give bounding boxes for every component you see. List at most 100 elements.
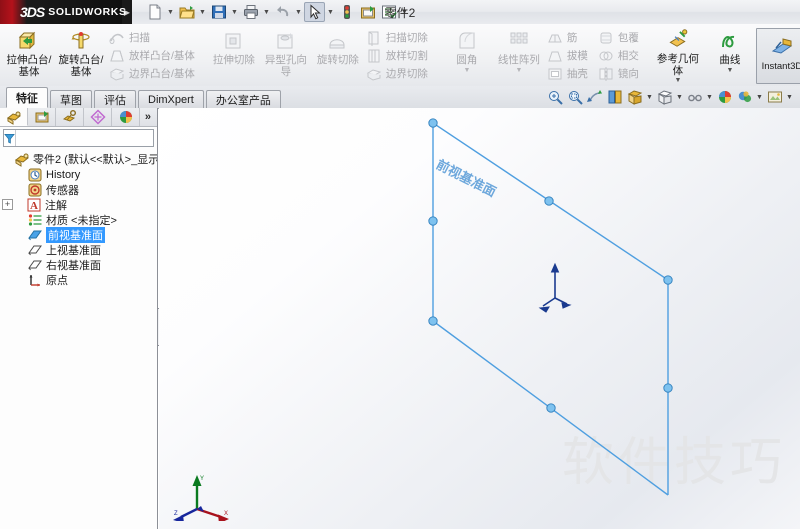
linear-pattern-button[interactable]: 线性阵列 ▼ <box>493 26 545 84</box>
select-tool-button[interactable] <box>304 2 325 22</box>
intersect-button[interactable]: 相交 <box>596 47 643 64</box>
view-orientation-icon <box>627 90 642 105</box>
display-manager-tab[interactable] <box>112 108 140 126</box>
ribbon-group-features: 圆角 ▼ 线性阵列 ▼ 筋 拔模 抽壳 包覆 相交 镜向 <box>438 24 645 88</box>
tree-item-top-plane-label: 上视基准面 <box>46 244 101 257</box>
tab-evaluate[interactable]: 评估 <box>94 90 136 108</box>
extrude-boss-button[interactable]: 拉伸凸台/基体 <box>3 26 55 84</box>
feature-manager-tab[interactable] <box>0 108 28 126</box>
rib-button[interactable]: 筋 <box>545 29 592 46</box>
tree-item-sensors[interactable]: 传感器 <box>2 182 157 197</box>
sweep-button[interactable]: 扫描 <box>107 29 199 46</box>
tree-item-front-plane[interactable]: 前视基准面 <box>2 226 157 243</box>
tree-item-front-plane-label: 前视基准面 <box>46 226 105 243</box>
sweep-label: 扫描 <box>129 32 150 44</box>
tree-item-annotations[interactable]: + A 注解 <box>2 197 157 212</box>
display-manager-icon <box>119 111 132 123</box>
filter-funnel-icon <box>4 130 16 146</box>
undo-caret-icon[interactable]: ▼ <box>293 2 304 22</box>
reference-geometry-dropdown-icon[interactable]: ▼ <box>674 77 681 84</box>
feature-tree-filter-input[interactable] <box>16 131 164 145</box>
apply-scene-button[interactable] <box>735 88 754 106</box>
tab-features[interactable]: 特征 <box>6 87 48 108</box>
view-orientation-button[interactable] <box>625 88 644 106</box>
select-tool-caret-icon[interactable]: ▼ <box>325 2 336 22</box>
new-document-caret-icon[interactable]: ▼ <box>165 2 176 22</box>
loft-cut-button[interactable]: 放样切割 <box>364 47 432 64</box>
dimxpert-icon <box>89 109 106 125</box>
property-manager-tab[interactable] <box>28 108 56 126</box>
annotation-icon: A <box>27 198 41 212</box>
view-settings-caret-icon[interactable]: ▼ <box>785 88 794 106</box>
hide-show-items-button[interactable] <box>685 88 704 106</box>
undo-button[interactable] <box>272 2 293 22</box>
print-document-caret-icon[interactable]: ▼ <box>261 2 272 22</box>
instant3d-button[interactable]: Instant3D <box>755 28 800 84</box>
tab-sketch[interactable]: 草图 <box>50 90 92 108</box>
tree-item-material[interactable]: 材质 <未指定> <box>2 212 157 227</box>
file-properties-button[interactable] <box>357 2 378 22</box>
loft-cut-label: 放样切割 <box>385 50 428 62</box>
curves-button[interactable]: 曲线 ▼ <box>704 26 756 84</box>
wrap-button[interactable]: 包覆 <box>596 29 643 46</box>
logo-ds-text: 3DS <box>20 4 45 20</box>
loft-boss-button[interactable]: 放样凸台/基体 <box>107 47 199 64</box>
mirror-button[interactable]: 镜向 <box>596 65 643 82</box>
shell-button[interactable]: 抽壳 <box>545 65 592 82</box>
tree-item-right-plane-label: 右视基准面 <box>46 259 101 272</box>
extrude-cut-button[interactable]: 拉伸切除 <box>208 26 260 84</box>
display-style-button[interactable] <box>655 88 674 106</box>
hide-show-items-caret-icon[interactable]: ▼ <box>705 88 714 106</box>
tree-expander-icon[interactable]: + <box>2 199 13 210</box>
linear-pattern-dropdown-icon[interactable]: ▼ <box>515 67 522 74</box>
tab-dimxpert[interactable]: DimXpert <box>138 90 204 108</box>
hole-wizard-button[interactable]: 异型孔向导 <box>260 26 312 84</box>
tree-item-top-plane[interactable]: 上视基准面 <box>2 242 157 257</box>
graphics-viewport[interactable]: 软件技巧 前视基准面 Y X Z <box>159 108 800 529</box>
tab-office-products[interactable]: 办公室产品 <box>205 90 281 108</box>
tree-item-origin[interactable]: 原点 <box>2 272 157 287</box>
revolve-cut-button[interactable]: 旋转切除 <box>312 26 364 84</box>
fillet-dropdown-icon[interactable]: ▼ <box>463 67 470 74</box>
zoom-to-fit-button[interactable] <box>545 88 564 106</box>
options-button[interactable] <box>378 2 399 22</box>
tree-root-row[interactable]: 零件2 (默认<<默认>_显示状态 <box>2 151 157 167</box>
previous-view-icon <box>586 90 602 102</box>
previous-view-button[interactable] <box>585 88 604 106</box>
view-settings-button[interactable] <box>765 88 784 106</box>
fillet-button[interactable]: 圆角 ▼ <box>441 26 493 84</box>
panel-tab-bar: » <box>0 108 157 127</box>
zoom-to-area-button[interactable] <box>565 88 584 106</box>
curves-dropdown-icon[interactable]: ▼ <box>726 67 733 74</box>
view-orientation-caret-icon[interactable]: ▼ <box>645 88 654 106</box>
display-style-caret-icon[interactable]: ▼ <box>675 88 684 106</box>
open-document-caret-icon[interactable]: ▼ <box>197 2 208 22</box>
sweep-cut-button[interactable]: 扫描切除 <box>364 29 432 46</box>
boundary-cut-button[interactable]: 边界切除 <box>364 65 432 82</box>
plane-handle-right-mid <box>663 383 673 393</box>
open-document-button[interactable] <box>176 2 197 22</box>
revolve-cut-icon <box>329 39 345 49</box>
shell-icon <box>548 68 562 79</box>
edit-appearance-button[interactable] <box>715 88 734 106</box>
draft-button[interactable]: 拔模 <box>545 47 592 64</box>
boundary-boss-button[interactable]: 边界凸台/基体 <box>107 65 199 82</box>
panel-expand-chevron[interactable]: » <box>140 108 157 126</box>
print-document-button[interactable] <box>240 2 261 22</box>
save-document-caret-icon[interactable]: ▼ <box>229 2 240 22</box>
rebuild-button[interactable] <box>336 2 357 22</box>
feature-tree-filter[interactable] <box>3 129 164 147</box>
tree-item-right-plane[interactable]: 右视基准面 <box>2 257 157 272</box>
revolve-boss-button[interactable]: 旋转凸台/基体 <box>55 26 107 84</box>
new-document-button[interactable] <box>144 2 165 22</box>
rib-icon <box>548 34 562 42</box>
configuration-manager-tab[interactable] <box>56 108 84 126</box>
reference-geometry-button[interactable]: 参考几何体 ▼ <box>652 26 704 84</box>
options-caret-icon[interactable]: ▼ <box>399 2 410 22</box>
section-view-button[interactable] <box>605 88 624 106</box>
tree-item-history[interactable]: History <box>2 167 157 182</box>
dimxpert-manager-tab[interactable] <box>84 108 112 126</box>
apply-scene-caret-icon[interactable]: ▼ <box>755 88 764 106</box>
tree-root-label: 零件2 (默认<<默认>_显示状态 <box>33 154 157 166</box>
save-document-button[interactable] <box>208 2 229 22</box>
